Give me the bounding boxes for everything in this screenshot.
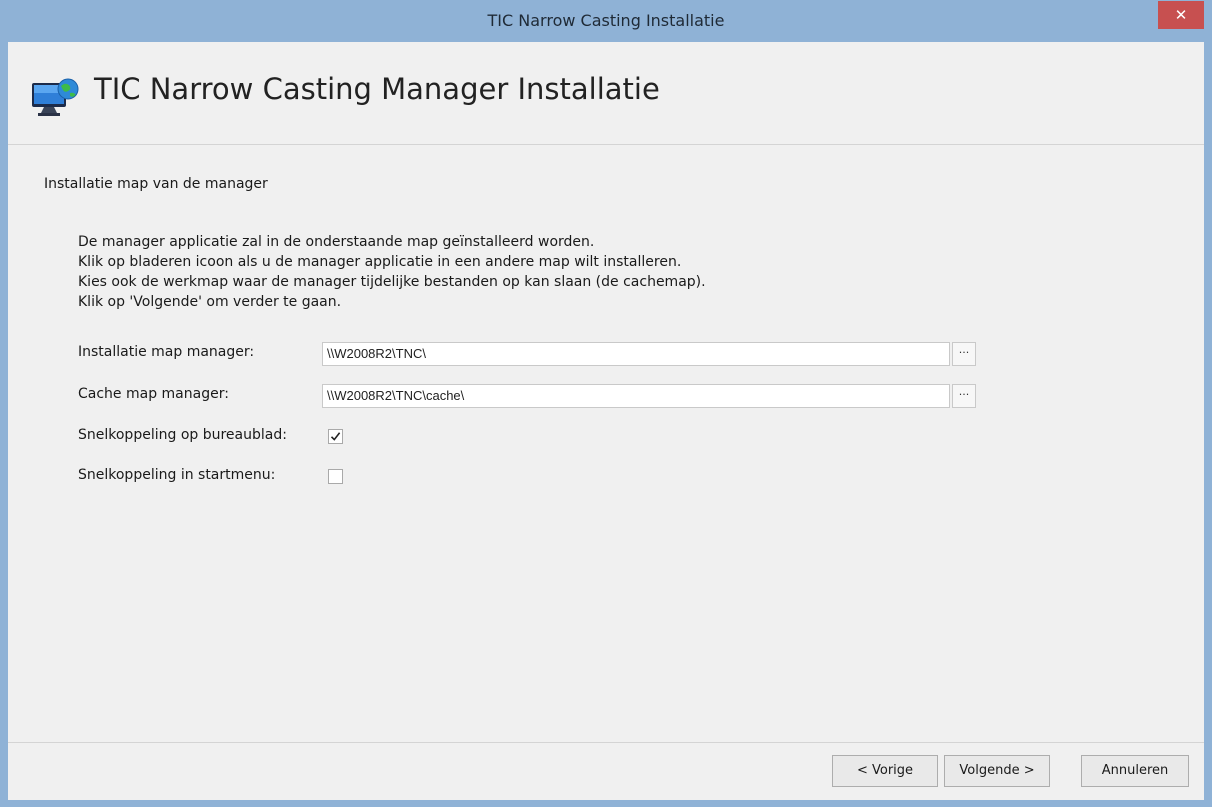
next-button[interactable]: Volgende > (944, 755, 1050, 787)
installer-window: TIC Narrow Casting Installatie ✕ TIC Nar… (0, 0, 1212, 807)
dialog-body: TIC Narrow Casting Manager Installatie I… (8, 42, 1204, 800)
footer-divider (8, 742, 1204, 743)
desktop-shortcut-label: Snelkoppeling op bureaublad: (78, 427, 287, 443)
startmenu-shortcut-label: Snelkoppeling in startmenu: (78, 467, 276, 483)
close-button[interactable]: ✕ (1158, 1, 1204, 29)
instructions: De manager applicatie zal in de ondersta… (78, 232, 706, 312)
instruction-line: De manager applicatie zal in de ondersta… (78, 234, 595, 250)
window-title: TIC Narrow Casting Installatie (487, 11, 725, 30)
monitor-globe-icon (30, 77, 80, 117)
cache-dir-browse-button[interactable]: ··· (952, 384, 976, 408)
instruction-line: Klik op 'Volgende' om verder te gaan. (78, 294, 342, 310)
install-dir-input[interactable]: \\W2008R2\TNC\ (322, 342, 950, 366)
page-title: TIC Narrow Casting Manager Installatie (94, 72, 660, 106)
desktop-shortcut-checkbox[interactable] (328, 429, 343, 444)
previous-button[interactable]: < Vorige (832, 755, 938, 787)
close-icon: ✕ (1174, 6, 1188, 24)
cache-dir-label: Cache map manager: (78, 386, 229, 402)
section-title: Installatie map van de manager (44, 176, 268, 192)
cache-dir-input[interactable]: \\W2008R2\TNC\cache\ (322, 384, 950, 408)
instruction-line: Kies ook de werkmap waar de manager tijd… (78, 274, 706, 290)
checkmark-icon (330, 432, 341, 441)
title-bar[interactable]: TIC Narrow Casting Installatie ✕ (0, 0, 1212, 42)
startmenu-shortcut-checkbox[interactable] (328, 469, 343, 484)
install-dir-label: Installatie map manager: (78, 344, 255, 360)
cancel-button[interactable]: Annuleren (1081, 755, 1189, 787)
instruction-line: Klik op bladeren icoon als u de manager … (78, 254, 682, 270)
install-dir-browse-button[interactable]: ··· (952, 342, 976, 366)
header-banner: TIC Narrow Casting Manager Installatie (8, 42, 1204, 145)
